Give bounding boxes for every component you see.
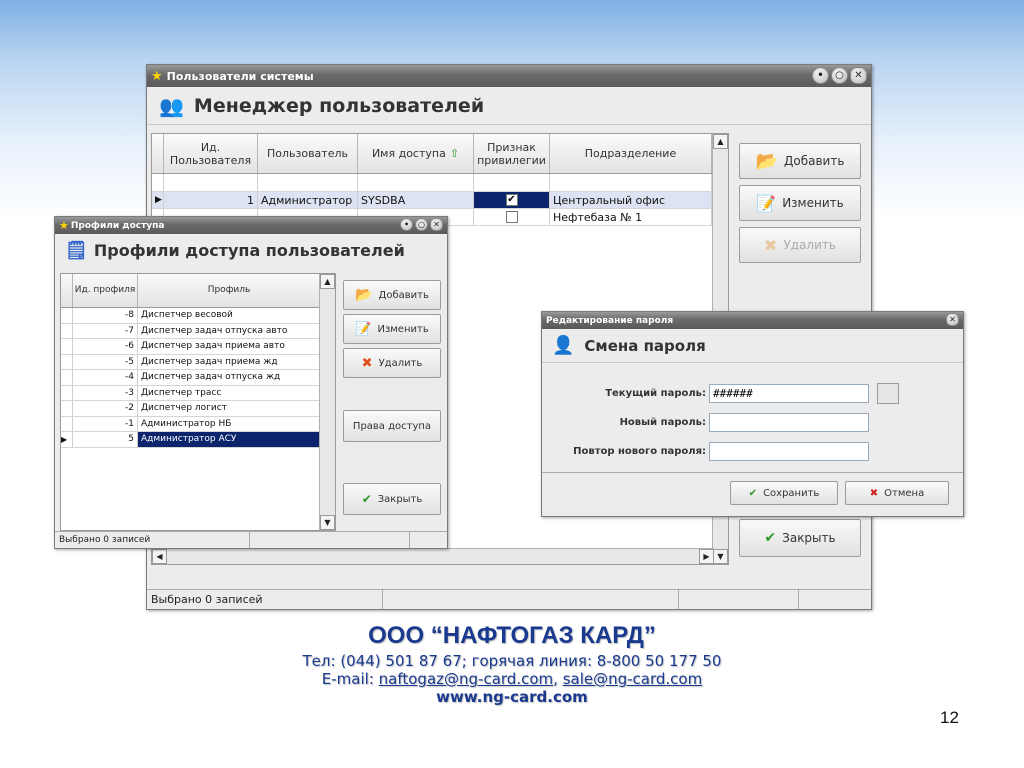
users-icon: 👥 bbox=[159, 93, 184, 118]
profiles-window-titlebar[interactable]: ★ Профили доступа • ○ ✕ bbox=[55, 217, 447, 234]
privilege-checkbox[interactable]: ✔ bbox=[505, 194, 518, 206]
list-item[interactable]: -4 Диспетчер задач отпуска жд bbox=[61, 370, 321, 386]
check-icon: ✔ bbox=[748, 487, 758, 499]
profiles-table[interactable]: Ид. профиля Профиль -8 Диспетчер весовой -… bbox=[60, 273, 336, 531]
list-item[interactable]: -3 Диспетчер трасс bbox=[61, 385, 321, 401]
profiles-header: Профили доступа пользователей bbox=[93, 240, 405, 260]
new-password-label: Новый пароль: bbox=[619, 417, 706, 428]
company-name: ООО “НАФТОГАЗ КАРД” bbox=[368, 622, 656, 649]
list-item[interactable]: -5 Диспетчер задач приема жд bbox=[61, 354, 321, 370]
edit-profile-button[interactable]: 📝 Изменить bbox=[343, 314, 441, 344]
col-profile-id[interactable]: Ид. профиля bbox=[73, 274, 138, 307]
show-password-toggle[interactable] bbox=[877, 383, 899, 404]
maximize-button[interactable]: ○ bbox=[831, 67, 848, 84]
minimize-button[interactable]: • bbox=[400, 218, 413, 231]
star-icon: ★ bbox=[59, 219, 69, 232]
profiles-vscrollbar[interactable]: ▲ ▼ bbox=[319, 274, 335, 530]
users-statusbar: Выбрано 0 записей bbox=[147, 589, 871, 609]
company-email: E-mail: naftogaz@ng-card.com, sale@ng-ca… bbox=[321, 670, 703, 688]
list-item[interactable]: -7 Диспетчер задач отпуска авто bbox=[61, 323, 321, 339]
edit-icon: 📝 bbox=[756, 193, 777, 213]
password-window: Редактирование пароля ✕ 👤 Смена пароля Т… bbox=[541, 311, 964, 517]
close-profiles-button[interactable]: ✔ Закрыть bbox=[343, 483, 441, 515]
cross-icon: ✖ bbox=[869, 487, 879, 499]
list-item[interactable]: ▶ 5 Администратор АСУ bbox=[61, 432, 321, 448]
users-window-titlebar[interactable]: ★ Пользователи системы • ○ ✕ bbox=[147, 65, 871, 87]
new-password-field[interactable] bbox=[709, 413, 869, 432]
add-user-button[interactable]: 📂 Добавить bbox=[739, 143, 861, 179]
save-button[interactable]: ✔ Сохранить bbox=[730, 481, 838, 505]
list-item[interactable]: -2 Диспетчер логист bbox=[61, 401, 321, 417]
password-header: Смена пароля bbox=[584, 336, 706, 355]
delete-profile-button[interactable]: ✖ Удалить bbox=[343, 348, 441, 378]
folder-add-icon: 📂 bbox=[755, 150, 778, 172]
check-icon: ✔ bbox=[764, 530, 777, 546]
close-button[interactable]: ✕ bbox=[850, 67, 867, 84]
current-password-label: Текущий пароль: bbox=[605, 388, 706, 399]
repeat-password-label: Повтор нового пароля: bbox=[573, 446, 706, 457]
current-password-field[interactable]: ###### bbox=[709, 384, 869, 403]
users-window-title: Пользователи системы bbox=[166, 69, 314, 83]
maximize-button[interactable]: ○ bbox=[415, 218, 428, 231]
user-key-icon: 👤 bbox=[552, 335, 575, 356]
col-login[interactable]: Имя доступа ⇧ bbox=[358, 134, 474, 173]
email-link-1[interactable]: naftogaz@ng-card.com bbox=[379, 670, 553, 688]
profiles-window-title: Профили доступа bbox=[70, 220, 165, 231]
page-number: 12 bbox=[940, 708, 959, 727]
folder-add-icon: 📂 bbox=[355, 287, 373, 303]
sort-arrow-icon: ⇧ bbox=[449, 147, 460, 160]
add-profile-button[interactable]: 📂 Добавить bbox=[343, 280, 441, 310]
access-rights-button[interactable]: Права доступа bbox=[343, 410, 441, 442]
col-user[interactable]: Пользователь bbox=[258, 134, 358, 173]
profiles-icon: 🗒 bbox=[65, 239, 88, 261]
list-item[interactable]: -6 Диспетчер задач приема авто bbox=[61, 339, 321, 355]
cancel-button[interactable]: ✖ Отмена bbox=[845, 481, 949, 505]
delete-user-button[interactable]: ✖ Удалить bbox=[739, 227, 861, 263]
password-window-title: Редактирование пароля bbox=[546, 315, 674, 326]
edit-user-button[interactable]: 📝 Изменить bbox=[739, 185, 861, 221]
company-website[interactable]: www.ng-card.com bbox=[0, 688, 1024, 706]
col-department[interactable]: Подразделение bbox=[550, 134, 712, 173]
col-profile[interactable]: Профиль bbox=[138, 274, 321, 307]
edit-icon: 📝 bbox=[355, 321, 372, 337]
close-users-button[interactable]: ✔ Закрыть bbox=[739, 519, 861, 557]
password-window-titlebar[interactable]: Редактирование пароля ✕ bbox=[542, 312, 963, 329]
delete-icon: ✖ bbox=[361, 355, 373, 371]
col-privilege[interactable]: Признак привилегии bbox=[474, 134, 550, 173]
close-button[interactable]: ✕ bbox=[946, 313, 959, 326]
close-button[interactable]: ✕ bbox=[430, 218, 443, 231]
profiles-window: ★ Профили доступа • ○ ✕ 🗒 Профили доступа … bbox=[54, 216, 448, 549]
list-item[interactable]: -1 Администратор НБ bbox=[61, 416, 321, 432]
delete-icon: ✖ bbox=[764, 235, 778, 255]
profiles-statusbar: Выбрано 0 записей bbox=[55, 531, 447, 548]
list-item[interactable]: -8 Диспетчер весовой bbox=[61, 308, 321, 324]
table-row[interactable]: ▶ 1 Администратор SYSDBA ✔ Центральный о… bbox=[152, 192, 714, 209]
users-header: Менеджер пользователей bbox=[193, 94, 485, 117]
star-icon: ★ bbox=[151, 68, 163, 84]
minimize-button[interactable]: • bbox=[812, 67, 829, 84]
privilege-checkbox[interactable] bbox=[505, 211, 518, 223]
email-link-2[interactable]: sale@ng-card.com bbox=[563, 670, 703, 688]
col-user-id[interactable]: Ид. Пользователя bbox=[164, 134, 258, 173]
repeat-password-field[interactable] bbox=[709, 442, 869, 461]
users-hscrollbar[interactable]: ◀ ▶ bbox=[152, 548, 714, 564]
company-phone: Тел: (044) 501 87 67; горячая линия: 8-8… bbox=[302, 652, 722, 670]
check-icon: ✔ bbox=[361, 492, 372, 506]
